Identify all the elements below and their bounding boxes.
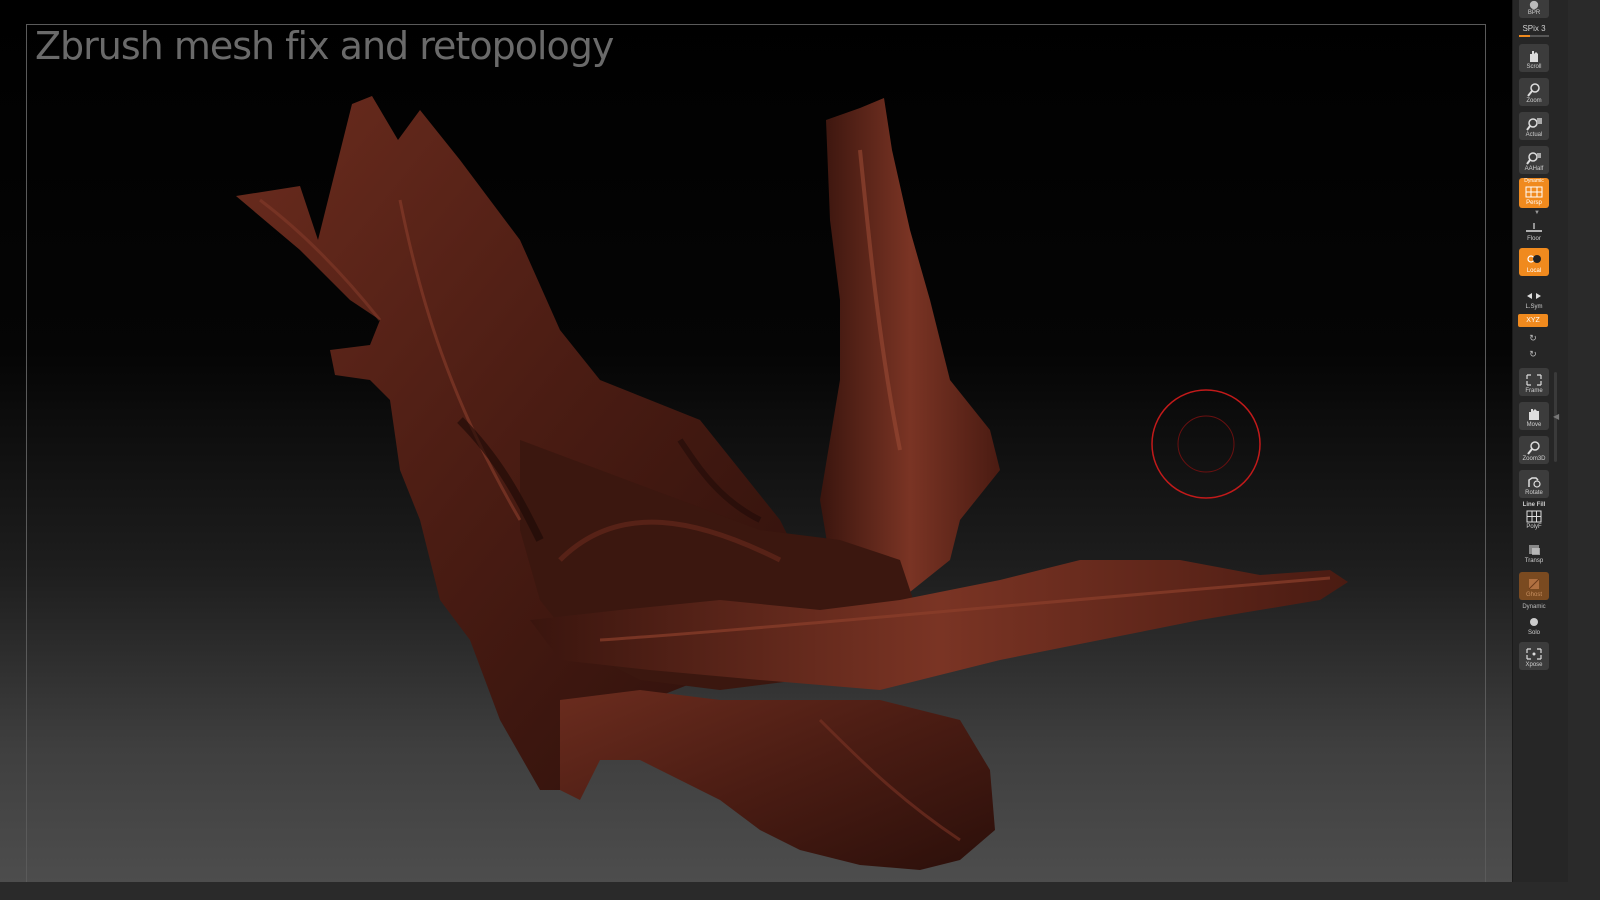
transp-button[interactable]: Transp [1519,538,1549,566]
zoom-label: Zoom [1526,98,1542,104]
document-canvas[interactable]: Zbrush mesh fix and retopology [0,0,1512,882]
frame-label: Frame [1525,388,1543,394]
move-label: Move [1526,422,1542,428]
lsym-button[interactable]: L.Sym [1519,284,1549,312]
magnifier-aahalf-icon [1526,152,1541,165]
y-rotation-icon[interactable]: ↻ [1527,332,1539,344]
move-button[interactable]: Move [1519,402,1549,430]
xpose-button[interactable]: Xpose [1519,642,1549,670]
magnifier-actual-icon [1526,118,1542,131]
solo-label: Solo [1527,630,1540,636]
ghost-icon [1528,578,1540,590]
polyf-button[interactable]: Line Fill PolyF [1519,502,1549,532]
floor-icon [1526,223,1542,232]
bpr-label: BPR [1527,10,1541,16]
hand-move-icon [1529,409,1539,420]
aahalf-button[interactable]: AAHalf [1519,146,1549,174]
scroll-button[interactable]: Scroll [1519,44,1549,72]
xpose-icon [1526,648,1542,660]
aahalf-label: AAHalf [1524,166,1544,172]
sphere-icon [1529,0,1539,10]
local-label: Local [1526,268,1542,274]
xpose-label: Xpose [1525,662,1543,668]
zoom-button[interactable]: Zoom [1519,78,1549,106]
zoom3d-label: Zoom3D [1522,456,1546,462]
magnifier-icon [1527,83,1540,97]
transp-label: Transp [1524,558,1544,564]
hand-scroll-icon [1530,51,1538,62]
actual-button[interactable]: Actual [1519,112,1549,140]
floor-label: Floor [1527,236,1541,242]
rotate-icon [1528,477,1541,488]
shelf-collapse-arrow-icon[interactable]: ◀ [1553,412,1559,421]
brush-cursor-icon [1151,389,1261,499]
persp-label: Persp [1526,200,1542,206]
persp-dynamic-label: Dynamic [1524,178,1544,184]
persp-button[interactable]: Dynamic Persp [1519,178,1549,208]
rotate-label: Rotate [1525,490,1543,496]
polyf-linefill-label: Line Fill [1522,502,1546,508]
zoom3d-button[interactable]: Zoom3D [1519,436,1549,464]
actual-label: Actual [1525,132,1543,138]
frame-button[interactable]: Frame [1519,368,1549,396]
ghost-button[interactable]: Ghost [1519,572,1549,600]
floor-button[interactable]: Floor [1519,216,1549,244]
frame-icon [1526,374,1542,386]
driftwood-root-model[interactable] [0,0,1512,882]
spix-label: SPix 3 [1522,24,1546,33]
lsym-arrows-icon [1527,293,1541,299]
xyz-rotation-button[interactable]: XYZ [1518,314,1548,327]
polyframe-grid-icon [1526,510,1542,523]
polyf-label: PolyF [1526,524,1542,530]
solo-icon [1530,618,1538,626]
magnifier-3d-icon [1527,441,1540,455]
lsym-label: L.Sym [1525,304,1543,310]
bpr-button[interactable]: BPR [1519,0,1549,18]
perspective-grid-icon [1525,186,1543,198]
local-symmetry-icon [1527,255,1541,263]
scroll-label: Scroll [1526,64,1542,70]
rotate-button[interactable]: Rotate [1519,470,1549,498]
solo-button[interactable]: Solo [1519,610,1549,638]
local-button[interactable]: Local [1519,248,1549,276]
spix-slider[interactable] [1519,35,1549,37]
ghost-label: Ghost [1525,592,1542,598]
transparency-icon [1529,545,1540,555]
z-rotation-icon[interactable]: ↻ [1527,348,1539,360]
